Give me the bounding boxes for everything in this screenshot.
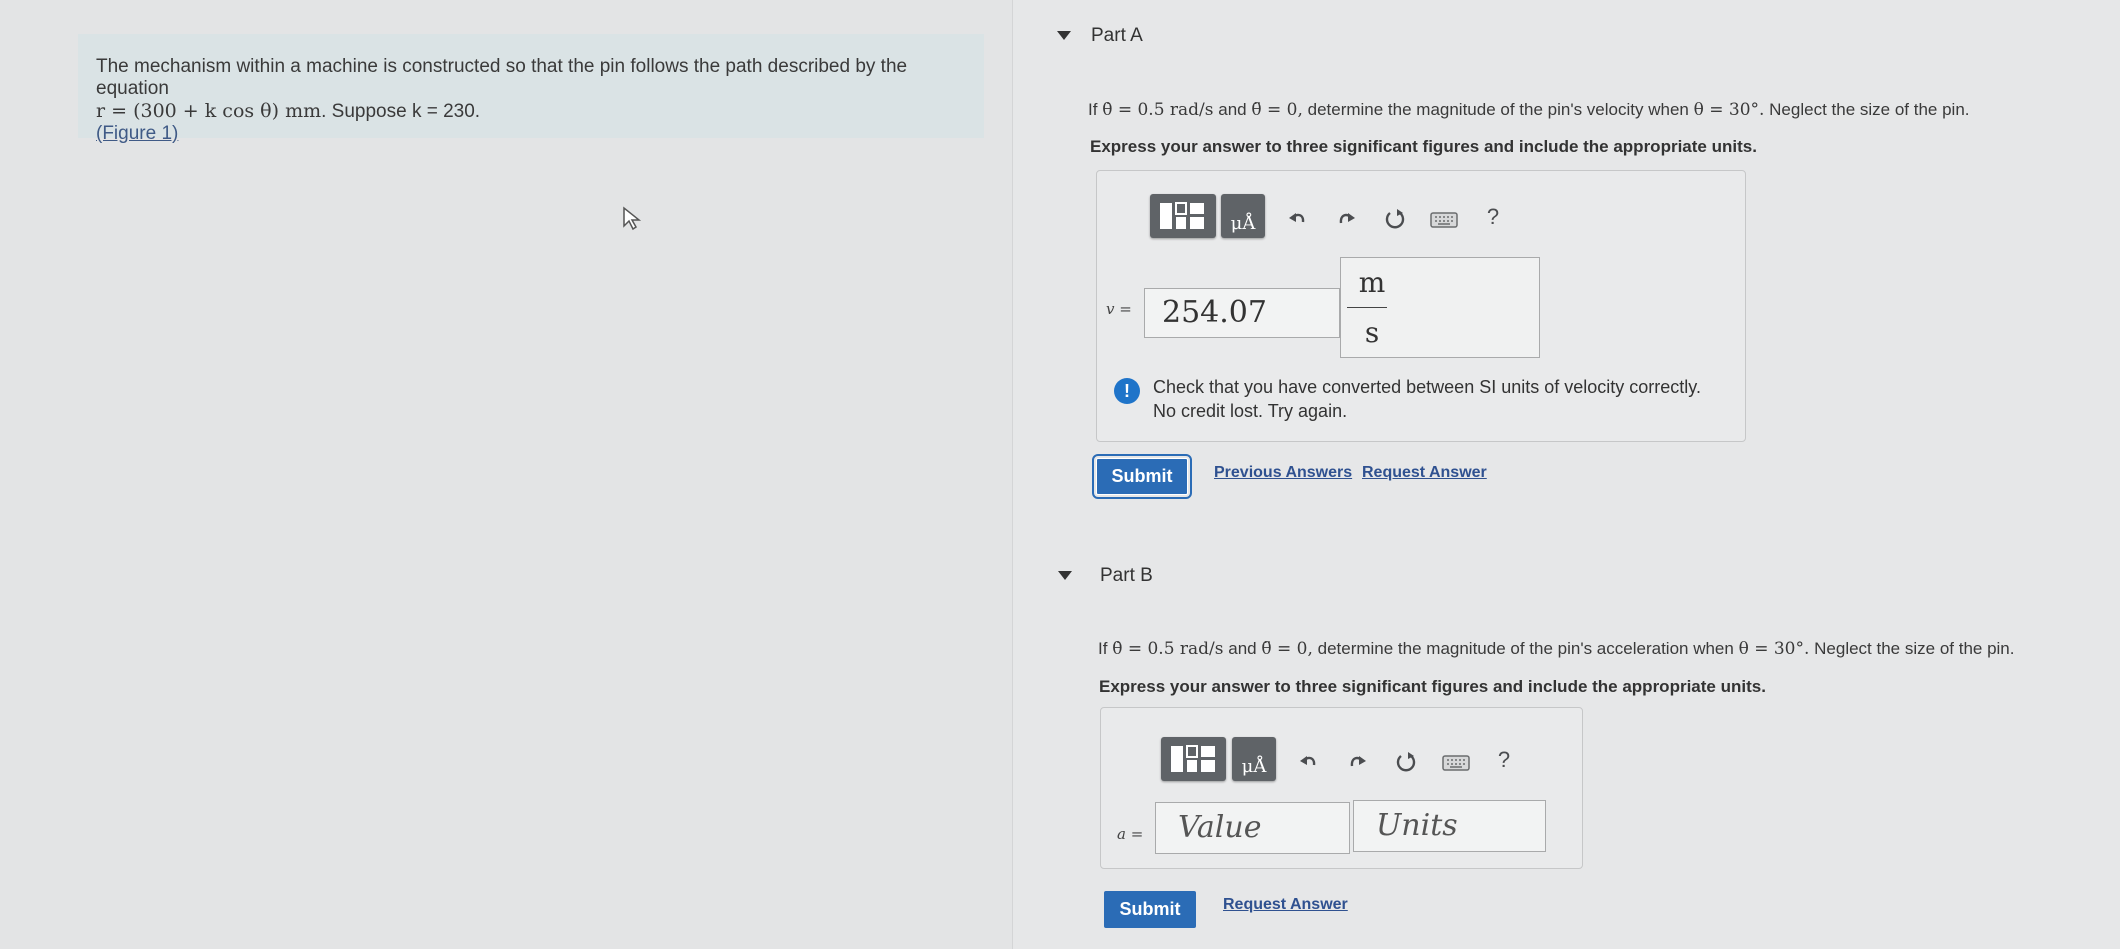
part-b-undo-icon[interactable] <box>1295 748 1323 776</box>
part-b-variable-label: a = <box>1117 825 1144 843</box>
part-b-submit-button[interactable]: Submit <box>1104 891 1196 928</box>
units-denominator: s <box>1364 316 1380 349</box>
part-a-instruction: Express your answer to three significant… <box>1090 137 1757 156</box>
part-b-instruction: Express your answer to three significant… <box>1099 677 1766 696</box>
part-a-undo-icon[interactable] <box>1284 205 1312 233</box>
part-b-value-input[interactable]: Value <box>1155 802 1350 854</box>
part-a-previous-answers-link[interactable]: Previous Answers <box>1214 464 1352 482</box>
alert-icon: ! <box>1114 378 1140 404</box>
part-a-units-icon[interactable]: μÅ <box>1221 194 1265 238</box>
units-numerator: m <box>1358 266 1386 299</box>
part-b-templates-button[interactable] <box>1161 737 1226 781</box>
part-a-submit-button[interactable]: Submit <box>1092 454 1192 499</box>
part-b-request-answer-link[interactable]: Request Answer <box>1223 896 1348 914</box>
parts-pane: Part A If θ̇ = 0.5 rad/s and θ̈ = 0, det… <box>1013 0 2120 949</box>
part-b-caret-down-icon[interactable] <box>1058 571 1072 580</box>
problem-statement: The mechanism within a machine is constr… <box>96 56 976 145</box>
part-a-reset-icon[interactable] <box>1381 205 1409 233</box>
templates-icon <box>1171 745 1215 772</box>
part-b-units-input[interactable]: Units <box>1353 800 1546 852</box>
part-a-caret-down-icon[interactable] <box>1057 31 1071 40</box>
part-a-keyboard-icon[interactable] <box>1430 206 1458 234</box>
cursor-icon <box>623 206 642 231</box>
problem-equation: r = (300 + k cos θ) mm <box>96 100 322 122</box>
part-b-title[interactable]: Part B <box>1100 565 1153 587</box>
part-b-question: If θ̇ = 0.5 rad/s and θ̈ = 0, determine … <box>1098 639 2015 659</box>
figure-1-link[interactable]: (Figure 1) <box>96 123 178 144</box>
units-fraction-bar <box>1347 307 1387 308</box>
part-a-redo-icon[interactable] <box>1332 205 1360 233</box>
part-a-value-input[interactable]: 254.07 <box>1144 288 1340 338</box>
part-a-title[interactable]: Part A <box>1091 25 1143 47</box>
problem-suppose: Suppose k = 230. <box>331 101 481 122</box>
problem-line-1: The mechanism within a machine is constr… <box>96 56 908 99</box>
part-b-units-icon[interactable]: μÅ <box>1232 737 1276 781</box>
part-a-question: If θ̇ = 0.5 rad/s and θ̈ = 0, determine … <box>1088 100 1970 120</box>
part-a-variable-label: v = <box>1106 300 1132 318</box>
part-a-request-answer-link[interactable]: Request Answer <box>1362 464 1487 482</box>
part-a-units-input[interactable]: m s <box>1340 257 1540 358</box>
part-a-templates-button[interactable] <box>1150 194 1216 238</box>
part-b-keyboard-icon[interactable] <box>1442 749 1470 777</box>
part-a-help-icon[interactable]: ? <box>1479 203 1507 231</box>
templates-icon <box>1160 202 1204 229</box>
part-a-feedback: Check that you have converted between SI… <box>1153 377 1701 421</box>
part-b-reset-icon[interactable] <box>1392 748 1420 776</box>
problem-pane: The mechanism within a machine is constr… <box>0 0 1013 949</box>
part-b-help-icon[interactable]: ? <box>1490 746 1518 774</box>
part-b-redo-icon[interactable] <box>1343 748 1371 776</box>
